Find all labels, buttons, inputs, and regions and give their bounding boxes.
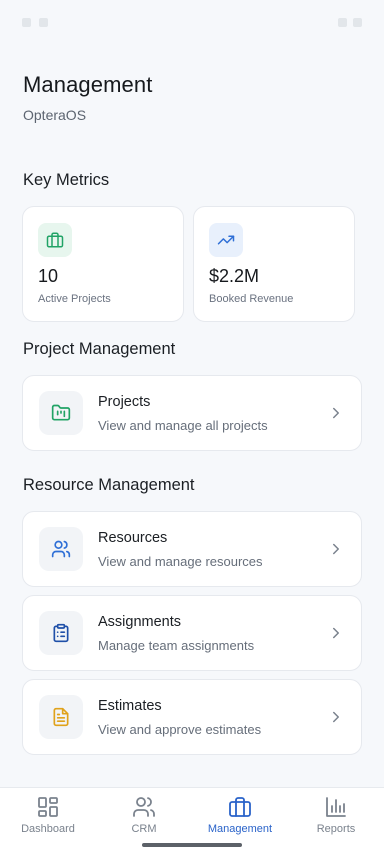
tab-label: Management [207,823,273,835]
briefcase-icon [46,232,64,248]
metric-label: Active Projects [38,293,111,305]
tab-label: Reports [316,823,356,835]
section-title-key-metrics: Key Metrics [23,171,110,189]
tab-dashboard[interactable]: Dashboard [0,788,96,855]
page-subtitle: OpteraOS [23,107,87,123]
metric-label: Booked Revenue [209,293,294,305]
battery-icon [353,17,362,27]
metric-card-booked-revenue[interactable]: $2.2M Booked Revenue [193,206,355,322]
nav-icon-box [39,391,83,435]
users-icon [133,797,155,817]
nav-card-title: Projects [98,394,151,410]
metric-value: $2.2M [209,266,260,286]
chevron-right-icon [333,543,339,555]
clipboard-list-icon [53,623,69,643]
chevron-right-icon [333,407,339,419]
grid-icon [38,797,58,817]
nav-icon-box [39,611,83,655]
chevron-right-icon [333,711,339,723]
nav-card-description: Manage team assignments [98,638,255,653]
section-title-resource-management: Resource Management [23,476,195,494]
metric-icon-box [38,223,72,257]
nav-card-description: View and manage all projects [98,418,268,433]
nav-card-resources[interactable]: Resources View and manage resources [22,511,362,587]
nav-card-title: Resources [98,530,168,546]
folder-kanban-icon [51,404,71,421]
nav-card-assignments[interactable]: Assignments Manage team assignments [22,595,362,671]
status-icon [39,17,48,27]
tab-reports[interactable]: Reports [288,788,384,855]
page-title: Management [23,72,153,97]
nav-card-title: Assignments [98,614,182,630]
home-indicator [142,843,242,847]
chevron-right-icon [333,627,339,639]
nav-icon-box [39,695,83,739]
briefcase-icon [229,797,251,817]
status-icon [22,17,31,27]
nav-card-estimates[interactable]: Estimates View and approve estimates [22,679,362,755]
bar-chart-icon [326,797,346,817]
status-left [22,17,48,27]
section-title-project-management: Project Management [23,340,176,358]
status-bar [0,0,384,44]
nav-card-projects[interactable]: Projects View and manage all projects [22,375,362,451]
nav-card-description: View and approve estimates [98,722,262,737]
nav-card-description: View and manage resources [98,554,263,569]
metric-icon-box [209,223,243,257]
wifi-icon [338,17,347,27]
page-header: Management OpteraOS [23,72,152,123]
nav-icon-box [39,527,83,571]
file-text-icon [53,707,69,727]
trending-up-icon [217,235,235,245]
metric-card-active-projects[interactable]: 10 Active Projects [22,206,184,322]
metric-value: 10 [38,266,59,286]
users-icon [51,540,71,558]
status-right [338,17,362,27]
tab-label: Dashboard [21,823,75,835]
nav-card-title: Estimates [98,698,162,714]
tab-label: CRM [131,823,157,835]
